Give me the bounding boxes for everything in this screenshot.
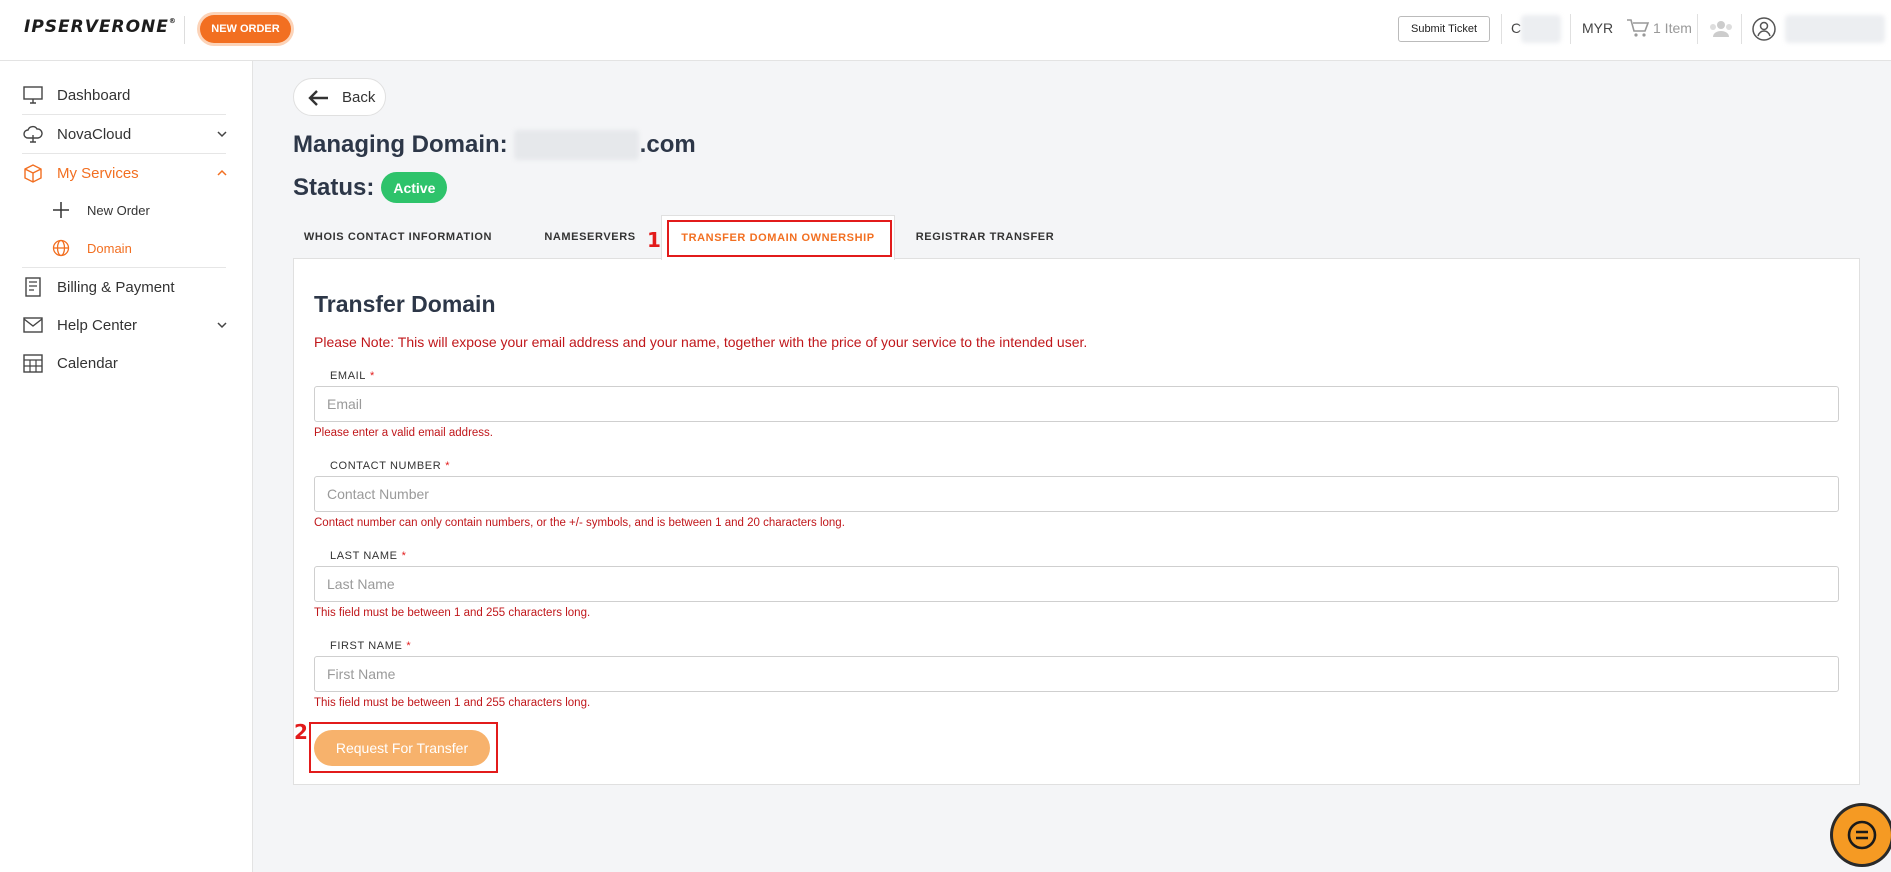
divider xyxy=(1501,14,1502,44)
logo[interactable]: IPSERVERONE® xyxy=(24,17,177,37)
calendar-icon xyxy=(22,352,44,374)
divider xyxy=(1697,14,1698,44)
plus-icon xyxy=(51,200,71,220)
contact-number-label: CONTACT NUMBER * xyxy=(330,460,450,472)
contact-number-label-text: CONTACT NUMBER xyxy=(330,460,442,472)
divider xyxy=(184,16,185,44)
cart-button[interactable]: 1 Item xyxy=(1626,17,1692,39)
sidebar-item-label: My Services xyxy=(57,164,139,182)
form-note: Please Note: This will expose your email… xyxy=(314,334,1088,350)
chat-icon xyxy=(1847,820,1877,850)
user-icon[interactable] xyxy=(1751,16,1777,42)
chat-button[interactable] xyxy=(1833,806,1891,864)
sidebar-item-billing[interactable]: Billing & Payment xyxy=(0,268,253,306)
logo-trademark: ® xyxy=(168,17,177,25)
cart-icon xyxy=(1627,19,1650,37)
status-label: Status: xyxy=(293,173,375,201)
sidebar-item-label: NovaCloud xyxy=(57,125,132,143)
invoice-icon xyxy=(22,276,44,298)
logo-text: IPSERVERONE xyxy=(24,17,169,37)
last-name-error: This field must be between 1 and 255 cha… xyxy=(314,607,591,619)
redacted-domain xyxy=(513,130,639,160)
sidebar-item-label: Dashboard xyxy=(57,86,131,104)
new-order-button[interactable]: NEW ORDER xyxy=(200,15,291,43)
sidebar-subitem-domain[interactable]: Domain xyxy=(0,233,253,263)
monitor-icon xyxy=(22,84,44,106)
credit-label: C xyxy=(1511,20,1522,36)
chevron-down-icon xyxy=(217,322,227,329)
required-mark: * xyxy=(406,640,412,652)
required-mark: * xyxy=(401,550,407,562)
arrow-left-icon xyxy=(308,90,328,106)
first-name-error: This field must be between 1 and 255 cha… xyxy=(314,697,591,709)
page-title-prefix: Managing Domain: xyxy=(293,131,508,158)
contact-number-field[interactable] xyxy=(314,476,1839,512)
status-line: Status: Active xyxy=(293,172,448,203)
chevron-up-icon xyxy=(217,169,227,176)
form-title: Transfer Domain xyxy=(314,291,496,317)
first-name-field[interactable] xyxy=(314,656,1839,692)
first-name-label-text: FIRST NAME xyxy=(330,640,403,652)
box-icon xyxy=(22,162,44,184)
last-name-field[interactable] xyxy=(314,566,1839,602)
submit-ticket-button[interactable]: Submit Ticket xyxy=(1398,16,1490,42)
transfer-form-panel: Transfer Domain Please Note: This will e… xyxy=(293,258,1860,785)
status-badge: Active xyxy=(381,172,448,203)
request-transfer-button[interactable]: Request For Transfer xyxy=(314,730,490,766)
top-bar: IPSERVERONE® NEW ORDER Submit Ticket C M… xyxy=(0,0,1891,61)
back-label: Back xyxy=(342,89,376,106)
page-title: Managing Domain: .com xyxy=(293,130,696,160)
sidebar-item-dashboard[interactable]: Dashboard xyxy=(0,76,253,114)
chevron-down-icon xyxy=(217,131,227,138)
sidebar-item-novacloud[interactable]: NovaCloud xyxy=(0,115,253,153)
contact-number-error: Contact number can only contain numbers,… xyxy=(314,517,845,529)
sidebar-subitem-label: Domain xyxy=(87,240,132,256)
redacted-credit xyxy=(1521,15,1561,43)
tab-transfer-domain-ownership[interactable]: TRANSFER DOMAIN OWNERSHIP xyxy=(661,215,895,260)
globe-icon xyxy=(51,238,71,258)
tab-whois-contact[interactable]: WHOIS CONTACT INFORMATION xyxy=(293,215,503,259)
annotation-number-1: 1 xyxy=(647,228,661,252)
sidebar-item-label: Billing & Payment xyxy=(57,278,175,296)
sidebar-item-label: Calendar xyxy=(57,354,118,372)
first-name-label: FIRST NAME * xyxy=(330,640,411,652)
sidebar-item-label: Help Center xyxy=(57,316,138,334)
envelope-icon xyxy=(22,314,44,336)
email-label-text: EMAIL xyxy=(330,370,367,382)
email-label: EMAIL * xyxy=(330,370,375,382)
sidebar-subitem-label: New Order xyxy=(87,202,150,218)
currency-selector[interactable]: MYR xyxy=(1582,20,1613,36)
back-button[interactable]: Back xyxy=(293,78,386,116)
sidebar-item-calendar[interactable]: Calendar xyxy=(0,344,253,382)
divider xyxy=(1741,14,1742,44)
tab-registrar-transfer[interactable]: REGISTRAR TRANSFER xyxy=(895,215,1075,259)
redacted-username xyxy=(1785,15,1885,43)
domain-suffix: .com xyxy=(639,131,696,158)
last-name-label-text: LAST NAME xyxy=(330,550,398,562)
sidebar-item-my-services[interactable]: My Services xyxy=(0,154,253,192)
sidebar-subitem-new-order[interactable]: New Order xyxy=(0,195,253,225)
divider xyxy=(1570,14,1571,44)
required-mark: * xyxy=(370,370,375,382)
required-mark: * xyxy=(445,460,451,472)
email-error: Please enter a valid email address. xyxy=(314,427,493,439)
group-icon[interactable] xyxy=(1708,19,1734,39)
sidebar-item-help-center[interactable]: Help Center xyxy=(0,306,253,344)
cloud-icon xyxy=(22,123,44,145)
last-name-label: LAST NAME * xyxy=(330,550,406,562)
email-field[interactable] xyxy=(314,386,1839,422)
annotation-number-2: 2 xyxy=(294,720,308,744)
cart-label: 1 Item xyxy=(1653,20,1692,36)
sidebar: Dashboard NovaCloud My Services New Orde… xyxy=(0,61,253,872)
